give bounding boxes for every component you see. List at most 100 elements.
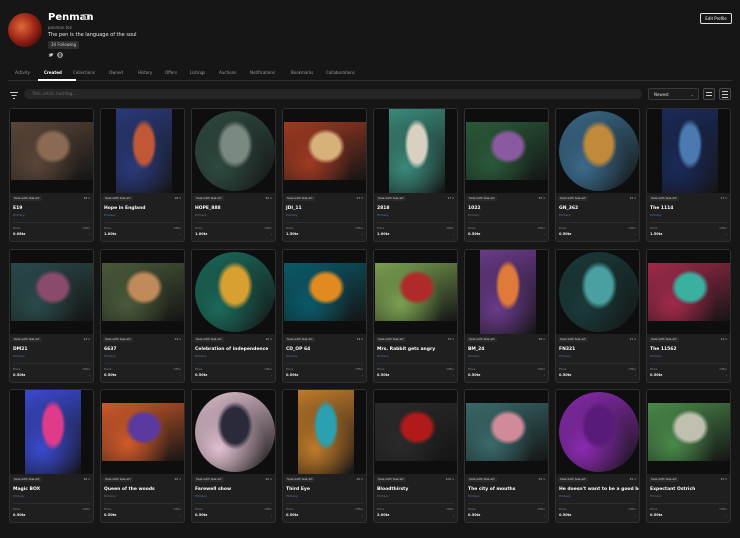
artwork-title[interactable]: Mrs. Rabbit gets angry bbox=[377, 347, 435, 352]
price-label: Price bbox=[104, 367, 112, 371]
artwork-card[interactable]: Sale with teia.art 25 x The city of mouths… bbox=[464, 389, 549, 523]
artwork-thumbnail[interactable] bbox=[556, 390, 639, 474]
artwork-title[interactable]: The 1114 bbox=[650, 206, 673, 211]
artwork-card[interactable]: Sale with teia.art 10 x Celebration of ind… bbox=[191, 249, 276, 383]
artwork-card[interactable]: Sale with teia.art 20 x Third Eye Primary Pr… bbox=[282, 389, 367, 523]
artwork-title[interactable]: Celebration of independence bbox=[195, 347, 268, 352]
filter-icon[interactable] bbox=[9, 91, 18, 99]
artwork-thumbnail[interactable] bbox=[192, 390, 275, 474]
artwork-title[interactable]: 6637 bbox=[104, 347, 117, 352]
artwork-thumbnail[interactable] bbox=[465, 109, 548, 193]
artwork-title[interactable]: BM_24 bbox=[468, 347, 484, 352]
artwork-card[interactable]: Sale with teia.art 18 x Hope in England Pri… bbox=[100, 108, 185, 242]
grid-view-button[interactable] bbox=[703, 88, 715, 100]
artwork-thumbnail[interactable] bbox=[283, 390, 366, 474]
price-value: 0.50tz bbox=[559, 513, 572, 517]
artwork-card[interactable]: Sale with teia.art 14 x DM21 Primary Price Of… bbox=[9, 249, 94, 383]
artwork-thumbnail[interactable] bbox=[10, 390, 93, 474]
search-input[interactable]: Title, artist, hashtag... bbox=[24, 89, 642, 99]
tab-notifications[interactable]: Notifications bbox=[250, 70, 275, 75]
artwork-card[interactable]: Sale with teia.art 17 x The 1114 Primary Pri… bbox=[646, 108, 731, 242]
tab-offers[interactable]: Offers bbox=[165, 70, 177, 75]
price-label: Price bbox=[559, 367, 567, 371]
artwork-thumbnail[interactable] bbox=[556, 109, 639, 193]
artwork-card[interactable]: Sale with teia.art 14 x 6637 Primary Price Of… bbox=[100, 249, 185, 383]
artwork-title[interactable]: Hope in England bbox=[104, 206, 146, 211]
divider bbox=[195, 363, 272, 364]
artwork-card[interactable]: Sale with teia.art 25 x He doesn't want to… bbox=[555, 389, 640, 523]
artwork-thumbnail[interactable] bbox=[101, 109, 184, 193]
artwork-title[interactable]: DM21 bbox=[13, 347, 27, 352]
copy-icon[interactable] bbox=[84, 14, 90, 20]
artwork-thumbnail[interactable] bbox=[192, 250, 275, 334]
artwork-thumbnail[interactable] bbox=[374, 109, 457, 193]
artwork-card[interactable]: Sale with teia.art 18 x E19 Primary Price Off… bbox=[9, 108, 94, 242]
artwork-card[interactable]: Sale with teia.art 16 x BM_24 Primary Price O… bbox=[464, 249, 549, 383]
offer-value: - bbox=[543, 373, 545, 377]
tab-created[interactable]: Created bbox=[44, 70, 62, 75]
artwork-card[interactable]: Sale with teia.art 14 x GN_362 Primary Price… bbox=[555, 108, 640, 242]
artwork-card[interactable]: Sale with teia.art 21 x JDI_11 Primary Price… bbox=[282, 108, 367, 242]
artwork-title[interactable]: The 11562 bbox=[650, 347, 677, 352]
artwork-thumbnail[interactable] bbox=[101, 250, 184, 334]
artwork-card[interactable]: Sale with teia.art 20 x Queen of the woods… bbox=[100, 389, 185, 523]
edit-profile-button[interactable]: Edit Profile bbox=[700, 13, 732, 24]
artwork-card[interactable]: Sale with teia.art 15 x Mrs. Rabbit gets a… bbox=[373, 249, 458, 383]
artwork-card[interactable]: Sale with teia.art 20 x Farewell show Prima… bbox=[191, 389, 276, 523]
artwork-thumbnail[interactable] bbox=[374, 250, 457, 334]
artwork-card[interactable]: Sale with teia.art 11 x FN321 Primary Price O… bbox=[555, 249, 640, 383]
artwork-thumbnail[interactable] bbox=[10, 250, 93, 334]
artwork-title[interactable]: FN321 bbox=[559, 347, 575, 352]
artwork-card[interactable]: Sale with teia.art 25 x 1022 Primary Price Of… bbox=[464, 108, 549, 242]
avatar[interactable] bbox=[8, 13, 42, 47]
artwork-title[interactable]: JDI_11 bbox=[286, 206, 302, 211]
artwork-title[interactable]: GN_362 bbox=[559, 206, 578, 211]
sort-select[interactable]: Newest ⌄ bbox=[648, 88, 699, 100]
artwork-thumbnail[interactable] bbox=[647, 109, 730, 193]
artwork-card[interactable]: Sale with teia.art 17 x 2818 Primary Price Of… bbox=[373, 108, 458, 242]
artwork-thumbnail[interactable] bbox=[647, 390, 730, 474]
tab-collections[interactable]: Collections bbox=[73, 70, 95, 75]
artwork-title[interactable]: Third Eye bbox=[286, 487, 310, 492]
artwork-title[interactable]: CD_OP 64 bbox=[286, 347, 310, 352]
tab-auctions[interactable]: Auctions bbox=[219, 70, 236, 75]
artwork-title[interactable]: The city of mouths bbox=[468, 487, 515, 492]
artwork-thumbnail[interactable] bbox=[647, 250, 730, 334]
artwork-thumbnail[interactable] bbox=[283, 250, 366, 334]
artwork-thumbnail[interactable] bbox=[556, 250, 639, 334]
twitter-icon[interactable] bbox=[48, 52, 54, 58]
artwork-thumbnail[interactable] bbox=[192, 109, 275, 193]
tab-history[interactable]: History bbox=[138, 70, 152, 75]
artwork-card[interactable]: Sale with teia.art 100 x Bloodthirsty Prima… bbox=[373, 389, 458, 523]
artwork-card[interactable]: Sale with teia.art 14 x The 11562 Primary Pr… bbox=[646, 249, 731, 383]
artwork-title[interactable]: Farewell show bbox=[195, 487, 231, 492]
artwork-thumbnail[interactable] bbox=[283, 109, 366, 193]
artwork-thumbnail[interactable] bbox=[465, 250, 548, 334]
list-view-button[interactable] bbox=[719, 88, 731, 100]
artwork-thumbnail[interactable] bbox=[465, 390, 548, 474]
globe-icon[interactable] bbox=[57, 52, 63, 58]
artwork-title[interactable]: 1022 bbox=[468, 206, 481, 211]
tab-owned[interactable]: Owned bbox=[109, 70, 123, 75]
artwork-title[interactable]: HOPE_888 bbox=[195, 206, 221, 211]
tab-activity[interactable]: Activity bbox=[15, 70, 30, 75]
artwork-title[interactable]: Magic BOX bbox=[13, 487, 40, 492]
tab-listings[interactable]: Listings bbox=[190, 70, 205, 75]
artwork-card[interactable]: Sale with teia.art 50 x HOPE_888 Primary Pri… bbox=[191, 108, 276, 242]
artwork-card[interactable]: Sale with teia.art 14 x CD_OP 64 Primary Pri… bbox=[282, 249, 367, 383]
artwork-card[interactable]: Sale with teia.art 15 x Expectant Ostrich P… bbox=[646, 389, 731, 523]
following-badge[interactable]: 34 Following bbox=[48, 41, 80, 49]
artwork-card[interactable]: Sale with teia.art 36 x Magic BOX Primary Pr… bbox=[9, 389, 94, 523]
artwork-title[interactable]: 2818 bbox=[377, 206, 390, 211]
artwork-title[interactable]: He doesn't want to be a good boy bbox=[559, 487, 639, 492]
tab-collaborations[interactable]: Collaborations bbox=[326, 70, 355, 75]
artwork-title[interactable]: Bloodthirsty bbox=[377, 487, 408, 492]
artwork-thumbnail[interactable] bbox=[101, 390, 184, 474]
sale-badge: Sale with teia.art bbox=[649, 477, 679, 482]
artwork-title[interactable]: Expectant Ostrich bbox=[650, 487, 695, 492]
tab-bookmarks[interactable]: Bookmarks bbox=[291, 70, 313, 75]
artwork-thumbnail[interactable] bbox=[374, 390, 457, 474]
artwork-title[interactable]: E19 bbox=[13, 206, 22, 211]
artwork-thumbnail[interactable] bbox=[10, 109, 93, 193]
artwork-title[interactable]: Queen of the woods bbox=[104, 487, 155, 492]
